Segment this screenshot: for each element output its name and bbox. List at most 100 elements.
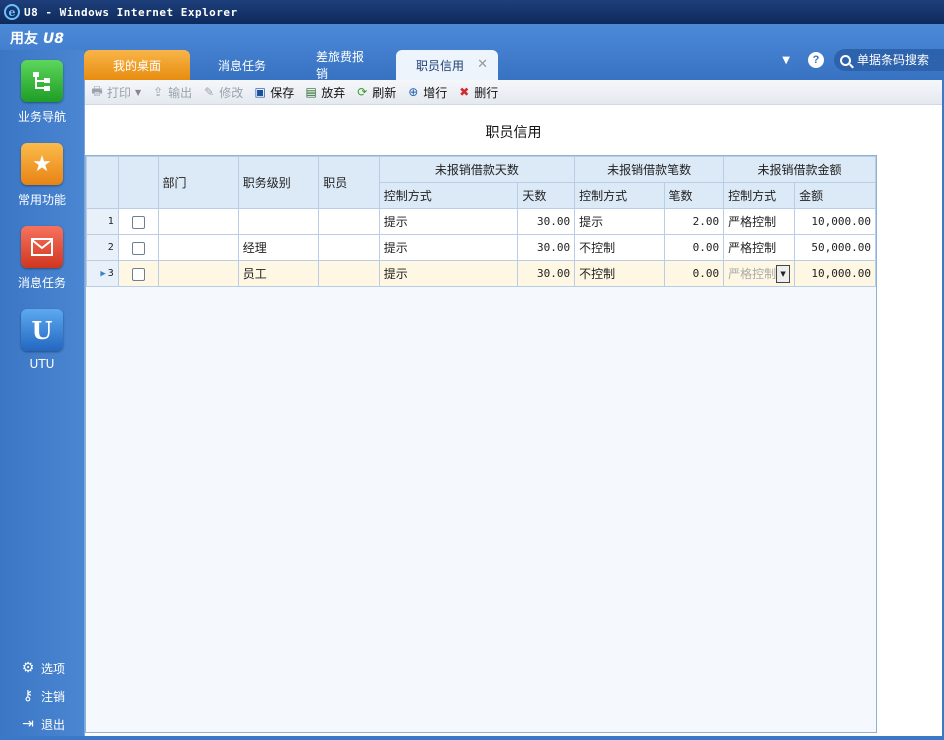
tab-employee-credit[interactable]: 职员信用 ✕	[396, 50, 498, 80]
amount-control-cell[interactable]: 严格控制	[723, 208, 796, 235]
row-checkbox[interactable]	[131, 241, 145, 255]
left-sidebar: 业务导航 ★ 常用功能 消息任务 U UTU ⚙ 选项 ⚷ 注销 ⇥ 退出	[0, 50, 84, 740]
tab-my-desktop[interactable]: 我的桌面	[84, 50, 190, 80]
group-header-count: 未报销借款笔数	[574, 156, 725, 183]
row-checkbox[interactable]	[131, 267, 145, 281]
edit-button[interactable]: ✎ 修改	[202, 84, 243, 101]
credit-table: 部门 职务级别 职员 未报销借款天数 未报销借款笔数 未报销借款金额 控制方式 …	[86, 156, 876, 287]
sidebar-item-utu[interactable]: U UTU	[0, 309, 84, 371]
column-header-days-control[interactable]: 控制方式	[378, 182, 519, 209]
refresh-icon: ⟳	[357, 85, 368, 99]
row-number: 1	[86, 208, 119, 235]
employee-cell[interactable]	[318, 260, 380, 287]
amount-control-cell[interactable]: 严格控制	[723, 234, 796, 261]
column-header-count[interactable]: 笔数	[663, 182, 725, 209]
column-header-count-control[interactable]: 控制方式	[574, 182, 665, 209]
column-header-level[interactable]: 职务级别	[237, 156, 320, 209]
export-button[interactable]: ⇪ 输出	[151, 84, 192, 101]
window-titlebar: e U8 - Windows Internet Explorer	[0, 0, 944, 24]
amount-cell[interactable]: 10,000.00	[794, 260, 876, 287]
dept-cell[interactable]	[157, 208, 239, 235]
save-button[interactable]: ▣ 保存	[253, 84, 295, 101]
days-cell[interactable]: 30.00	[517, 234, 576, 261]
ie-logo-icon: e	[4, 4, 20, 20]
page-title: 职员信用	[485, 125, 542, 141]
add-row-button[interactable]: ⊕ 增行	[406, 84, 447, 101]
table-row-current[interactable]: ▶ 3 员工 提示 30.00 不控制 0.00 严格控制 ▼ 10,000.0…	[86, 260, 876, 287]
count-control-cell[interactable]: 提示	[574, 208, 665, 235]
options-link[interactable]: ⚙ 选项	[20, 654, 65, 682]
column-header-dept[interactable]: 部门	[157, 156, 239, 209]
row-checkbox[interactable]	[131, 215, 145, 229]
tab-close-icon[interactable]: ✕	[477, 57, 488, 72]
sidebar-item-business-nav[interactable]: 业务导航	[0, 60, 84, 125]
sidebar-item-label: UTU	[29, 357, 55, 371]
app-logo: 用友 U8	[10, 31, 64, 47]
discard-icon: ▤	[305, 85, 317, 99]
delete-row-icon: ✖	[459, 85, 470, 99]
row-number: 2	[86, 234, 119, 261]
employee-cell[interactable]	[318, 234, 380, 261]
barcode-search	[834, 49, 944, 71]
dept-cell[interactable]	[157, 260, 239, 287]
delete-row-button[interactable]: ✖ 删行	[457, 84, 498, 101]
logout-link[interactable]: ⚷ 注销	[20, 682, 65, 710]
amount-cell[interactable]: 10,000.00	[794, 208, 876, 235]
days-control-cell[interactable]: 提示	[378, 260, 519, 287]
table-row[interactable]: 2 经理 提示 30.00 不控制 0.00 严格控制 50,000.00	[86, 234, 876, 261]
sidebar-item-message-tasks[interactable]: 消息任务	[0, 226, 84, 291]
refresh-button[interactable]: ⟳ 刷新	[355, 84, 396, 101]
toolbar: 🖶 打印 ▼ ⇪ 输出 ✎ 修改 ▣ 保存 ▤ 放弃 ⟳ 刷新 ⊕ 增行 ✖ 删行	[85, 80, 942, 105]
org-chart-icon	[21, 60, 63, 102]
count-control-cell[interactable]: 不控制	[574, 260, 665, 287]
tab-list-chevron-down-icon[interactable]: ▼	[782, 55, 790, 66]
export-icon: ⇪	[153, 85, 164, 99]
level-cell[interactable]: 经理	[237, 234, 320, 261]
discard-button[interactable]: ▤ 放弃	[304, 84, 346, 101]
tab-bar: 我的桌面 消息任务 差旅费报销 职员信用 ✕	[84, 50, 500, 81]
floppy-icon: ▣	[254, 85, 266, 99]
count-control-cell[interactable]: 不控制	[574, 234, 665, 261]
table-row[interactable]: 1 提示 30.00 提示 2.00 严格控制 10,000.00	[86, 208, 876, 235]
exit-icon: ⇥	[22, 716, 34, 732]
column-header-employee[interactable]: 职员	[318, 156, 380, 209]
barcode-search-input[interactable]	[857, 53, 937, 67]
column-header-days[interactable]: 天数	[517, 182, 576, 209]
days-control-cell[interactable]: 提示	[378, 208, 519, 235]
days-cell[interactable]: 30.00	[517, 208, 576, 235]
current-row-indicator-icon: ▶	[100, 269, 106, 279]
credit-grid: 部门 职务级别 职员 未报销借款天数 未报销借款笔数 未报销借款金额 控制方式 …	[85, 155, 877, 733]
sidebar-item-favorites[interactable]: ★ 常用功能	[0, 143, 84, 208]
level-cell[interactable]: 员工	[237, 260, 320, 287]
amount-control-value: 严格控制	[728, 267, 777, 281]
tab-message-tasks[interactable]: 消息任务	[192, 50, 292, 80]
sidebar-bottom-links: ⚙ 选项 ⚷ 注销 ⇥ 退出	[20, 654, 65, 738]
column-header-amount-control[interactable]: 控制方式	[723, 182, 796, 209]
dept-cell[interactable]	[157, 234, 239, 261]
amount-cell[interactable]: 50,000.00	[794, 234, 876, 261]
days-cell[interactable]: 30.00	[517, 260, 576, 287]
days-control-cell[interactable]: 提示	[378, 234, 519, 261]
column-header-amount[interactable]: 金额	[794, 182, 876, 209]
help-icon[interactable]: ?	[808, 52, 824, 68]
employee-cell[interactable]	[318, 208, 380, 235]
sidebar-item-label: 消息任务	[17, 276, 66, 290]
pencil-icon: ✎	[204, 85, 215, 99]
row-number-header	[86, 156, 119, 209]
count-cell[interactable]: 0.00	[663, 234, 725, 261]
sidebar-item-label: 常用功能	[17, 193, 66, 207]
print-chevron-down-icon[interactable]: ▼	[135, 88, 141, 97]
exit-link[interactable]: ⇥ 退出	[20, 710, 65, 738]
count-cell[interactable]: 2.00	[663, 208, 725, 235]
key-icon: ⚷	[22, 688, 34, 704]
level-cell[interactable]	[237, 208, 320, 235]
search-icon[interactable]	[840, 54, 851, 66]
header-tools: ▼ ?	[782, 48, 944, 72]
count-cell[interactable]: 0.00	[663, 260, 725, 287]
print-button[interactable]: 🖶 打印 ▼	[90, 84, 141, 101]
row-select-cell	[117, 234, 159, 261]
amount-control-select[interactable]: 严格控制 ▼	[723, 260, 796, 287]
chevron-down-icon[interactable]: ▼	[776, 264, 791, 283]
group-header-amount: 未报销借款金额	[723, 156, 876, 183]
tab-travel-expense[interactable]: 差旅费报销	[294, 50, 394, 81]
